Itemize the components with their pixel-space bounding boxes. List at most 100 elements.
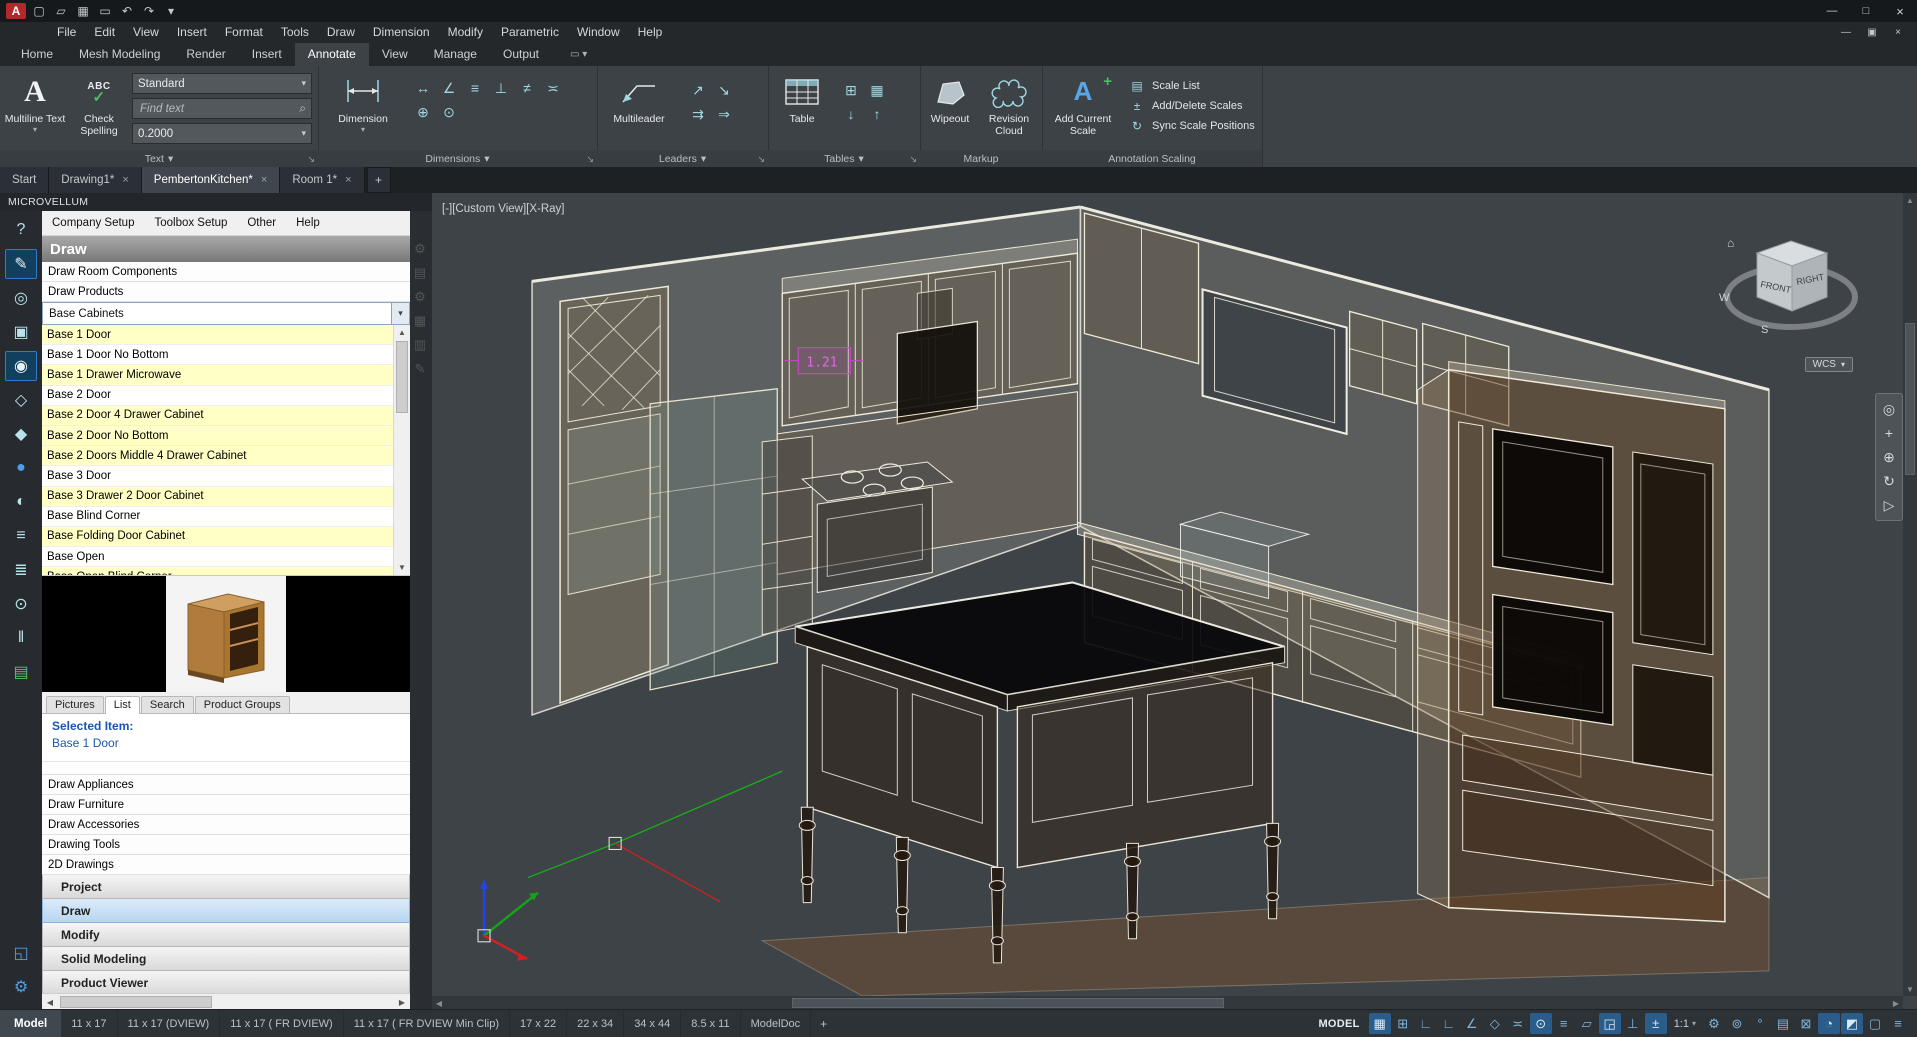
dimensions-panel-title[interactable]: Dimensions▾ — [318, 150, 597, 167]
ribbon-tab-insert[interactable]: Insert — [239, 43, 295, 66]
scroll-up-icon[interactable]: ▲ — [394, 325, 410, 340]
ellipse-icon[interactable]: ◆ — [5, 419, 37, 449]
palette-row-drawing-tools[interactable]: Drawing Tools — [42, 835, 410, 855]
help-icon[interactable]: ? — [5, 215, 37, 245]
annotation-scaling-item-add-delete-scales[interactable]: ±Add/Delete Scales — [1128, 96, 1255, 116]
polygon-icon[interactable]: ◇ — [5, 385, 37, 415]
center-mark-icon[interactable]: ⊙ — [436, 100, 462, 124]
product-list-item[interactable]: Base Folding Door Cabinet — [42, 527, 394, 547]
palette-horizontal-scrollbar[interactable]: ◀ ▶ — [42, 993, 410, 1010]
new-file-icon[interactable]: ▢ — [30, 3, 48, 19]
check-spelling-button[interactable]: ABC✓ Check Spelling — [68, 71, 130, 137]
close-icon[interactable]: × — [345, 174, 351, 186]
settings-gear-icon[interactable]: ⚙ — [5, 972, 37, 1002]
download-from-source-icon[interactable]: ↓ — [838, 102, 864, 126]
pan-icon[interactable]: + — [1876, 421, 1902, 445]
object-snap-icon[interactable]: ⊙ — [1530, 1013, 1552, 1034]
palette-menu-toolbox-setup[interactable]: Toolbox Setup — [144, 217, 237, 229]
palette-section-product-viewer[interactable]: Product Viewer — [42, 971, 410, 995]
model-tab[interactable]: Model — [0, 1010, 61, 1037]
ribbon-tab-view[interactable]: View — [369, 43, 421, 66]
polar-tracking-icon[interactable]: ∠ — [1461, 1013, 1483, 1034]
drawing-viewport[interactable]: 1.21 — [432, 193, 1917, 1010]
selected-product-preview[interactable] — [166, 576, 286, 692]
redo-icon[interactable]: ↷ — [140, 3, 158, 19]
showmotion-icon[interactable]: ▷ — [1876, 493, 1902, 517]
revision-cloud-button[interactable]: Revision Cloud — [980, 71, 1038, 137]
tables-panel-title[interactable]: Tables▾ — [768, 150, 920, 167]
palette-section-project[interactable]: Project — [42, 875, 410, 899]
palette-title[interactable]: MICROVELLUM — [0, 193, 432, 211]
align-leaders-icon[interactable]: ⇉ — [685, 102, 711, 126]
palette-row-draw-appliances[interactable]: Draw Appliances — [42, 775, 410, 795]
ribbon-tab-manage[interactable]: Manage — [421, 43, 490, 66]
minimize-icon[interactable]: — — [1815, 0, 1849, 22]
scrollbar-thumb[interactable] — [792, 998, 1224, 1008]
pause-icon[interactable]: ‖ — [5, 623, 37, 653]
ribbon-tab-annotate[interactable]: Annotate — [295, 43, 369, 66]
add-current-scale-button[interactable]: A + Add Current Scale — [1046, 71, 1120, 137]
document-icon[interactable]: ▥ — [411, 333, 429, 357]
menu-item-view[interactable]: View — [124, 22, 168, 43]
palette-row-2d-drawings[interactable]: 2D Drawings — [42, 855, 410, 875]
draw-pencil-icon[interactable]: ✎ — [5, 249, 37, 279]
snap-mode-icon[interactable]: ⊞ — [1392, 1013, 1414, 1034]
dimension-button[interactable]: Dimension ▾ — [328, 71, 398, 134]
dialog-launcher-icon[interactable]: ↘ — [909, 154, 917, 165]
graphics-performance-icon[interactable]: ◩ — [1841, 1013, 1863, 1034]
minimize-icon[interactable]: — — [1833, 24, 1859, 42]
layout-tab-11-x-17-dview[interactable]: 11 x 17 (DVIEW) — [118, 1010, 221, 1037]
menu-item-file[interactable]: File — [48, 22, 85, 43]
preview-cell-right[interactable] — [286, 576, 410, 692]
dialog-launcher-icon[interactable]: ↘ — [757, 154, 765, 165]
menu-item-modify[interactable]: Modify — [439, 22, 492, 43]
isometric-drafting-icon[interactable]: ◇ — [1484, 1013, 1506, 1034]
product-list-item[interactable]: Base 2 Door 4 Drawer Cabinet — [42, 406, 394, 426]
category-dropdown[interactable]: Base Cabinets ▾ — [42, 302, 410, 325]
autocad-logo[interactable]: A — [6, 3, 26, 19]
board-icon[interactable]: ▤ — [5, 657, 37, 687]
viewport-vertical-scrollbar[interactable]: ▲ ▼ — [1903, 193, 1917, 996]
menu-item-format[interactable]: Format — [216, 22, 272, 43]
angular-dimension-icon[interactable]: ∠ — [436, 76, 462, 100]
model-space-badge[interactable]: MODEL — [1318, 1018, 1359, 1030]
menu-item-dimension[interactable]: Dimension — [364, 22, 439, 43]
text-panel-title[interactable]: Text▾ — [0, 150, 318, 167]
grid-icon[interactable]: ▦ — [411, 309, 429, 333]
preview-tab-product-groups[interactable]: Product Groups — [195, 696, 290, 713]
layers-icon[interactable]: ≡ — [5, 521, 37, 551]
scroll-down-icon[interactable]: ▼ — [394, 560, 410, 575]
text-style-dropdown[interactable]: Standard ▾ — [132, 73, 312, 94]
wipeout-button[interactable]: Wipeout — [922, 71, 978, 125]
product-list-scrollbar[interactable]: ▲ ▼ — [393, 325, 410, 575]
baseline-dimension-icon[interactable]: ≡ — [462, 76, 488, 100]
quick-properties-icon[interactable]: ▤ — [1772, 1013, 1794, 1034]
menu-item-window[interactable]: Window — [568, 22, 629, 43]
find-text-field[interactable]: ⌕ — [132, 98, 312, 119]
leaders-panel-title[interactable]: Leaders▾ — [597, 150, 768, 167]
wcs-dropdown[interactable]: WCS▾ — [1805, 357, 1853, 372]
preview-cell-left[interactable] — [42, 576, 166, 692]
palette-menu-help[interactable]: Help — [286, 217, 330, 229]
palette-row-draw-products[interactable]: Draw Products — [42, 282, 410, 302]
transparency-icon[interactable]: ▱ — [1576, 1013, 1598, 1034]
ribbon-display-toggle-icon[interactable]: ▭ ▾ — [562, 43, 595, 66]
layout-tab-11-x-17-fr-dview[interactable]: 11 x 17 ( FR DVIEW) — [220, 1010, 343, 1037]
menu-item-help[interactable]: Help — [629, 22, 672, 43]
annotation-scaling-item-scale-list[interactable]: ▤Scale List — [1128, 76, 1255, 96]
edit-pencil-icon[interactable]: ✎ — [411, 357, 429, 381]
table-button[interactable]: Table — [774, 71, 830, 125]
layout-tab-17-x-22[interactable]: 17 x 22 — [510, 1010, 567, 1037]
camera-icon[interactable]: ◉ — [5, 351, 37, 381]
menu-item-draw[interactable]: Draw — [318, 22, 364, 43]
selection-cycling-icon[interactable]: ◲ — [1599, 1013, 1621, 1034]
scroll-left-icon[interactable]: ◀ — [42, 994, 58, 1010]
orbit-icon[interactable]: ↻ — [1876, 469, 1902, 493]
units-icon[interactable]: ° — [1749, 1013, 1771, 1034]
pin-icon[interactable]: ⊙ — [5, 589, 37, 619]
ortho-icon[interactable]: ∟ — [1438, 1013, 1460, 1034]
hand-icon[interactable]: ◐ — [5, 487, 37, 517]
viewcube[interactable]: W S FRONT RIGHT ⌂ — [1711, 217, 1871, 357]
stack-icon[interactable]: ≣ — [5, 555, 37, 585]
new-layout-button[interactable]: + — [811, 1017, 836, 1031]
